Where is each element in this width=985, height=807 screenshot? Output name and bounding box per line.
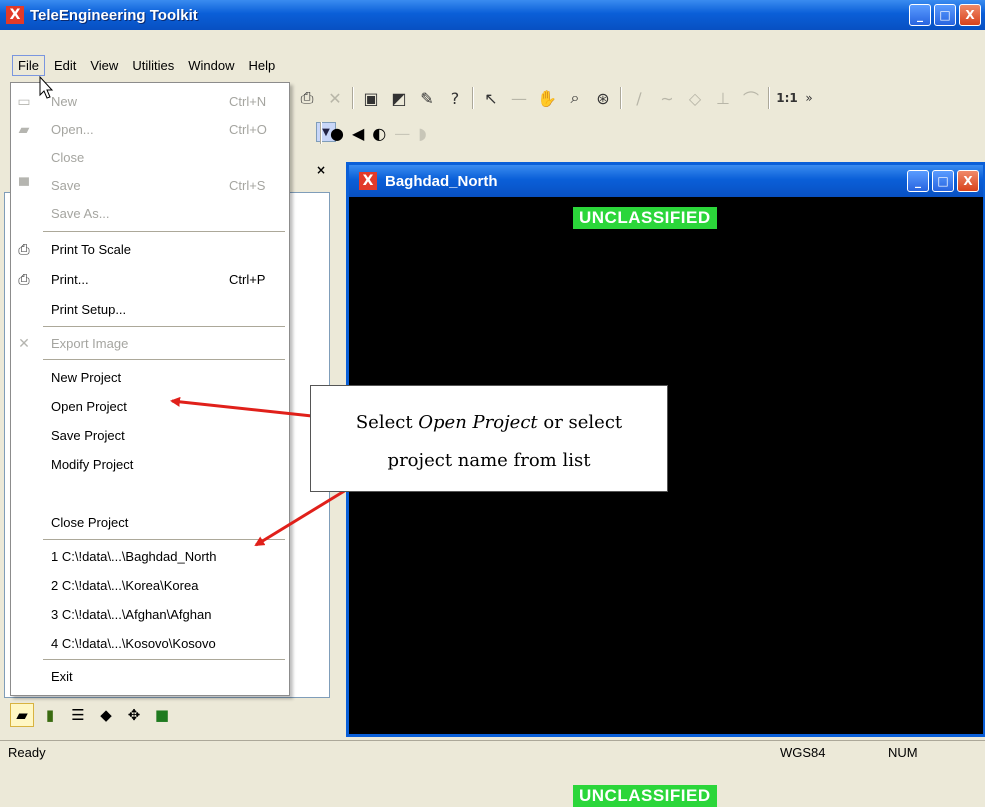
new-document-icon: ▭ — [17, 92, 31, 109]
save-disk-icon: ▀ — [19, 177, 29, 193]
main-title-bar[interactable]: X TeleEngineering Toolkit _ □ X — [0, 0, 985, 30]
status-bar: Ready WGS84 NUM — [0, 740, 985, 763]
image-window-icon[interactable]: ◩ — [388, 87, 410, 109]
menu-item-new-project[interactable]: New Project — [11, 363, 289, 391]
menu-item-open-project[interactable]: Open Project — [11, 392, 289, 420]
menu-item-recent-2[interactable]: 2 C:\!data\...\Korea\Korea — [11, 571, 289, 599]
folder-tab-icon[interactable]: ▰ — [10, 703, 34, 727]
green-layer-tab-icon[interactable]: ■ — [150, 703, 174, 727]
rounded-shape-icon[interactable]: ◗ — [418, 124, 426, 143]
status-datum: WGS84 — [780, 745, 826, 760]
line-shape-icon[interactable]: — — [394, 124, 410, 143]
close-button[interactable]: X — [959, 4, 981, 26]
map-maximize-button[interactable]: □ — [932, 170, 954, 192]
menu-utilities[interactable]: Utilities — [127, 56, 179, 75]
map-window-title-bar[interactable]: X Baghdad_North _ □ X — [349, 165, 983, 197]
menu-bar: File Edit View Utilities Window Help — [0, 52, 985, 78]
window-controls: _ □ X — [909, 4, 981, 26]
menu-separator — [43, 539, 285, 540]
instruction-callout: Select Open Project or select project na… — [310, 385, 668, 492]
main-toolbar: ⎙ ✕ ▣ ◩ ✎ ? ↖ — ✋ ⌕ ⊛ ∕ ∼ ◇ ⊥ ⌒ 1:1 » — [290, 82, 985, 114]
toolbar-separator — [320, 122, 322, 144]
move-tab-icon[interactable]: ✥ — [122, 703, 146, 727]
toolbar-overflow-chevron-icon[interactable]: » — [798, 87, 820, 109]
menu-edit[interactable]: Edit — [49, 56, 81, 75]
toolbar-separator — [620, 87, 622, 109]
menu-item-exit[interactable]: Exit — [11, 662, 289, 690]
layers-tab-icon[interactable]: ◆ — [94, 703, 118, 727]
menu-separator — [43, 231, 285, 232]
menu-item-print[interactable]: ⎙ Print... Ctrl+P — [11, 265, 289, 293]
pane-tab-toolbar: ▰ ▮ ☰ ◆ ✥ ■ — [4, 700, 334, 730]
menu-separator — [43, 659, 285, 660]
classification-banner-bottom: UNCLASSIFIED — [573, 785, 717, 807]
filled-circle-icon[interactable]: ● — [330, 124, 344, 143]
toolbar-separator — [768, 87, 770, 109]
menu-item-print-to-scale[interactable]: ⎙ Print To Scale — [11, 235, 289, 263]
file-menu-dropdown: ▭ New Ctrl+N ▰ Open... Ctrl+O Close ▀ Sa… — [10, 82, 290, 696]
map-window-title: Baghdad_North — [385, 172, 498, 190]
maximize-button[interactable]: □ — [934, 4, 956, 26]
layers-window-icon[interactable]: ▣ — [360, 87, 382, 109]
measure-icon[interactable]: ⊥ — [712, 87, 734, 109]
export-image-icon: ✕ — [18, 334, 30, 351]
menu-item-close-project[interactable]: Close Project — [11, 508, 289, 536]
menu-item-save-project[interactable]: Save Project — [11, 421, 289, 449]
menu-view[interactable]: View — [85, 56, 123, 75]
toolbar-separator — [352, 87, 354, 109]
callout-line-1: Select Open Project or select — [355, 412, 623, 433]
classification-banner-top: UNCLASSIFIED — [573, 207, 717, 229]
list-tab-icon[interactable]: ☰ — [66, 703, 90, 727]
menu-window[interactable]: Window — [183, 56, 239, 75]
app-title: TeleEngineering Toolkit — [30, 6, 198, 24]
menu-item-print-setup[interactable]: Print Setup... — [11, 295, 289, 323]
draw-line-icon[interactable]: ∕ — [628, 87, 650, 109]
draw-freehand-icon[interactable]: ∼ — [656, 87, 678, 109]
toolbar-separator — [472, 87, 474, 109]
globe-icon[interactable]: ⊛ — [592, 87, 614, 109]
map-close-button[interactable]: X — [957, 170, 979, 192]
minimize-button[interactable]: _ — [909, 4, 931, 26]
profile-icon[interactable]: ⌒ — [740, 87, 762, 109]
menu-item-save-as[interactable]: Save As... — [11, 199, 289, 227]
callout-line-2: project name from list — [387, 450, 591, 471]
mouse-cursor-icon — [39, 76, 54, 99]
print-icon[interactable]: ⎙ — [296, 87, 318, 109]
map-window-icon: X — [359, 172, 377, 190]
map-window-controls: _ □ X — [907, 170, 979, 192]
menu-item-export-image[interactable]: ✕ Export Image — [11, 329, 289, 357]
menu-item-recent-1[interactable]: 1 C:\!data\...\Baghdad_North — [11, 542, 289, 570]
left-arrow-shape-icon[interactable]: ◀ — [352, 124, 364, 143]
pointer-arrow-icon[interactable]: ↖ — [480, 87, 502, 109]
menu-separator — [43, 326, 285, 327]
export-icon[interactable]: ✕ — [324, 87, 346, 109]
menu-item-save[interactable]: ▀ Save Ctrl+S — [11, 171, 289, 199]
half-circle-icon[interactable]: ◐ — [372, 124, 386, 143]
pan-hand-icon[interactable]: ✋ — [536, 87, 558, 109]
zoom-one-to-one-button[interactable]: 1:1 — [776, 87, 798, 109]
status-text: Ready — [8, 745, 46, 760]
printer-icon: ⎙ — [18, 270, 30, 287]
help-question-icon[interactable]: ? — [444, 87, 466, 109]
open-folder-icon: ▰ — [18, 120, 30, 137]
printer-icon: ⎙ — [18, 240, 30, 257]
menu-separator — [43, 359, 285, 360]
menu-item-recent-3[interactable]: 3 C:\!data\...\Afghan\Afghan — [11, 600, 289, 628]
menu-item-close[interactable]: Close — [11, 143, 289, 171]
menu-item-open[interactable]: ▰ Open... Ctrl+O — [11, 115, 289, 143]
map-minimize-button[interactable]: _ — [907, 170, 929, 192]
pencil-icon[interactable]: ✎ — [416, 87, 438, 109]
draw-polygon-icon[interactable]: ◇ — [684, 87, 706, 109]
menu-item-modify-project[interactable]: Modify Project — [11, 450, 289, 478]
line-icon[interactable]: — — [508, 87, 530, 109]
document-tab-icon[interactable]: ▮ — [38, 703, 62, 727]
app-icon: X — [6, 6, 24, 24]
menu-item-recent-4[interactable]: 4 C:\!data\...\Kosovo\Kosovo — [11, 629, 289, 657]
zoom-magnifier-icon[interactable]: ⌕ — [564, 87, 586, 109]
status-numlock: NUM — [888, 745, 918, 760]
menu-file[interactable]: File — [12, 54, 45, 76]
menu-help[interactable]: Help — [243, 56, 280, 75]
shape-toolbar: ● ◀ ◐ — ◗ — [290, 120, 590, 146]
